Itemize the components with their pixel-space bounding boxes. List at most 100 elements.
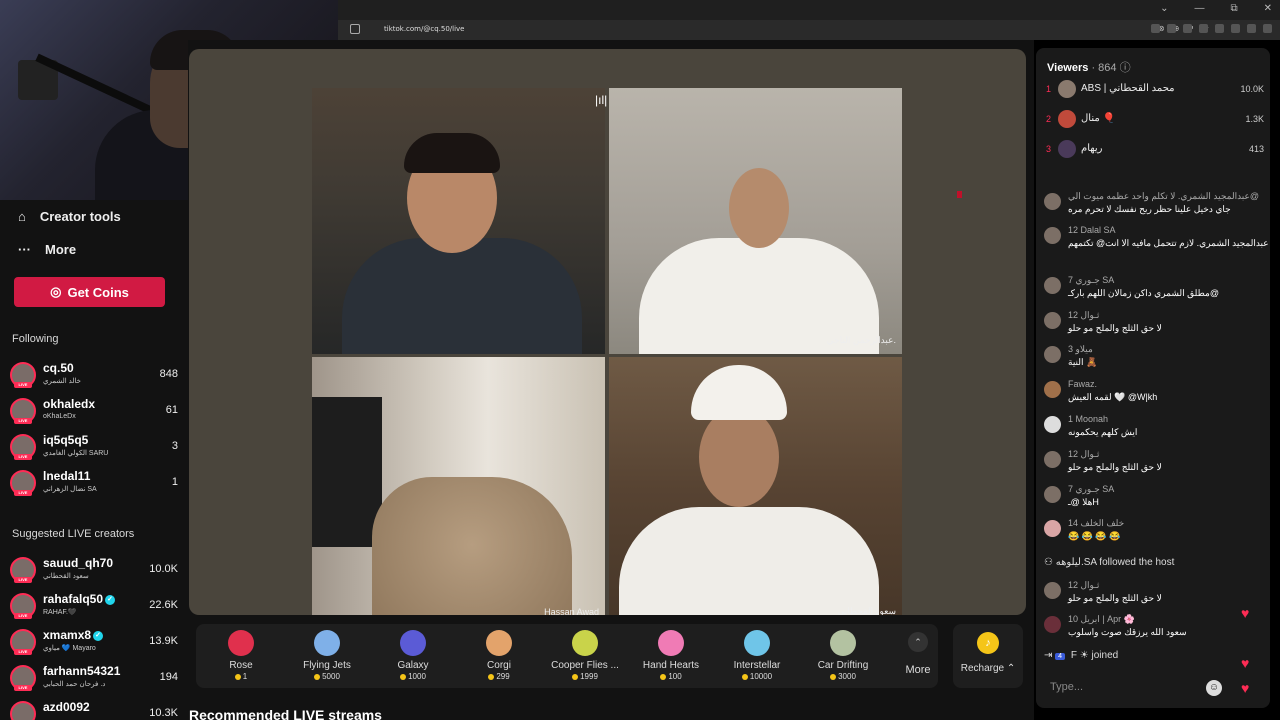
- message-body: لا حق الثلج والملح مو حلو: [1068, 593, 1162, 603]
- username: sauud_qh70: [43, 556, 114, 570]
- like-heart-button[interactable]: ♥: [1241, 680, 1255, 696]
- followed-notice: ⚇ ليلوهه.SA followed the host: [1044, 557, 1174, 568]
- suggested-item[interactable]: azd0092 10.3K: [10, 699, 178, 720]
- avatar[interactable]: [1044, 381, 1061, 398]
- gift-item[interactable]: Hand Hearts 100: [626, 628, 716, 681]
- extension-icon[interactable]: [1167, 24, 1176, 33]
- extension-icon[interactable]: [1151, 24, 1160, 33]
- viewer-count: 848: [159, 368, 178, 380]
- suggested-item[interactable]: LIVE sauud_qh70 سعود القحطاني 10.0K: [10, 555, 178, 585]
- coin-icon: [660, 673, 667, 680]
- extension-icon[interactable]: [1215, 24, 1224, 33]
- following-item[interactable]: LIVE iq5q5q5 الكولي الغامدي SARU 3: [10, 432, 178, 462]
- gift-item[interactable]: Corgi 299: [454, 628, 544, 681]
- message-body: لا حق الثلج والملح مو حلو: [1068, 462, 1162, 472]
- rose-icon: [228, 630, 254, 656]
- gift-item[interactable]: Rose 1: [196, 628, 286, 681]
- sidebar-item-creator-tools[interactable]: ⌂ Creator tools: [18, 209, 121, 224]
- extension-icon[interactable]: [1199, 24, 1208, 33]
- avatar[interactable]: [1044, 616, 1061, 633]
- guest-video-4[interactable]: سعود القحطاني: [609, 357, 902, 615]
- message-header: 12 ثـوال: [1068, 449, 1100, 459]
- more-gifts-button[interactable]: ⌃ More: [898, 632, 938, 676]
- message-body: سعود الله يرزقك صوت واسلوب: [1068, 627, 1187, 637]
- gift-price: 1999: [540, 672, 630, 681]
- get-coins-button[interactable]: ◎ Get Coins: [14, 277, 165, 307]
- top-viewer-item[interactable]: 1 ABS | محمد القحطاني 10.0K: [1046, 79, 1264, 101]
- guest-video-3[interactable]: Hassan Awad: [312, 357, 605, 615]
- viewer-name: ABS | محمد القحطاني: [1081, 83, 1175, 94]
- username: farhann54321: [43, 664, 121, 678]
- window-controls: ⌄ — ⧉ ✕: [1160, 3, 1272, 14]
- suggested-item[interactable]: LIVE farhann54321 د. فرحان حمد الحبابي 1…: [10, 663, 178, 693]
- top-viewer-item[interactable]: 3 ريهام 413: [1046, 139, 1264, 161]
- gift-item[interactable]: Car Drifting 3000: [798, 628, 888, 681]
- viewers-header[interactable]: Viewers · 864 ⓘ: [1047, 59, 1131, 75]
- maximize-icon[interactable]: ⧉: [1230, 3, 1237, 14]
- chat-input[interactable]: Type...: [1044, 676, 1204, 698]
- top-viewer-item[interactable]: 2 منال 🎈 1.3K: [1046, 109, 1264, 131]
- message-body: 😂 😂 😂 😂: [1068, 531, 1121, 541]
- message-header: 7 جـوري SA: [1068, 484, 1115, 494]
- extension-icon[interactable]: [1247, 24, 1256, 33]
- hand-hearts-icon: [658, 630, 684, 656]
- suggested-item[interactable]: LIVE rahafalq50 ✓ RAHAF.🖤 22.6K: [10, 591, 178, 621]
- avatar[interactable]: [1044, 520, 1061, 537]
- minimize-icon[interactable]: —: [1194, 3, 1204, 14]
- avatar[interactable]: [1044, 582, 1061, 599]
- menu-icon[interactable]: [1263, 24, 1272, 33]
- gift-name: Flying Jets: [303, 660, 351, 671]
- gift-item[interactable]: Cooper Flies ... 1999: [540, 628, 630, 681]
- chevron-down-icon[interactable]: ⌄: [1160, 3, 1168, 14]
- extension-icon[interactable]: [1231, 24, 1240, 33]
- gift-name: Car Drifting: [817, 660, 869, 671]
- viewer-name: ريهام: [1081, 143, 1103, 154]
- avatar[interactable]: [1044, 451, 1061, 468]
- emoji-icon[interactable]: ☺: [1206, 680, 1222, 696]
- chevron-up-icon: ⌃: [1006, 663, 1016, 674]
- avatar[interactable]: [1044, 193, 1061, 210]
- avatar: [1058, 110, 1076, 128]
- sidebar-item-more[interactable]: ··· More: [18, 242, 76, 257]
- avatar[interactable]: [1044, 312, 1061, 329]
- avatar[interactable]: [1044, 346, 1061, 363]
- following-item[interactable]: LIVE cq.50 خالد الشمري 848: [10, 360, 178, 390]
- gift-price-value: 1: [242, 672, 248, 681]
- sidebar-item-label: More: [45, 242, 77, 257]
- recharge-button[interactable]: ♪ Recharge ⌃: [953, 624, 1023, 688]
- gift-item[interactable]: Interstellar 10000: [712, 628, 802, 681]
- car-drifting-icon: [830, 630, 856, 656]
- close-icon[interactable]: ✕: [1264, 3, 1272, 14]
- live-player[interactable]: عبدالرحمن الناجي. Hassan Awad سعود القحط…: [189, 49, 1026, 615]
- extension-icon[interactable]: [1183, 24, 1192, 33]
- sidebar: ⌂ Creator tools ··· More ◎ Get Coins Fol…: [0, 200, 188, 720]
- chevron-up-icon: ⌃: [908, 632, 928, 652]
- suggested-item[interactable]: LIVE xmamx8 ✓ مياوي 💙 Mayaro 13.9K: [10, 627, 178, 657]
- avatar[interactable]: [1044, 416, 1061, 433]
- recommended-title: Recommended LIVE streams: [189, 707, 382, 720]
- gift-price-value: 299: [496, 672, 510, 681]
- avatar[interactable]: [1044, 277, 1061, 294]
- rank-number: 2: [1046, 114, 1052, 124]
- flying-jets-icon: [314, 630, 340, 656]
- following-title: Following: [12, 333, 59, 345]
- gift-item[interactable]: Flying Jets 5000: [282, 628, 372, 681]
- tab-icon[interactable]: [350, 24, 360, 34]
- guest-face: [699, 407, 779, 507]
- following-item[interactable]: LIVE lnedal11 نضال الزهراني SA 1: [10, 468, 178, 498]
- audio-bars-icon[interactable]: |ıl|: [595, 93, 607, 107]
- info-icon[interactable]: ⓘ: [1120, 62, 1131, 74]
- following-item[interactable]: LIVE okhaledx oKhaLeDx 61: [10, 396, 178, 426]
- coin-icon: [741, 673, 748, 680]
- verified-icon: ✓: [93, 630, 104, 641]
- gift-name: Cooper Flies ...: [551, 660, 619, 671]
- url-field[interactable]: tiktok.com/@cq.50/live: [384, 25, 464, 33]
- guest-video-2[interactable]: عبدالرحمن الناجي.: [609, 88, 902, 354]
- ellipsis-icon: ···: [18, 242, 31, 257]
- avatar[interactable]: [1044, 227, 1061, 244]
- avatar[interactable]: [1044, 486, 1061, 503]
- live-badge: LIVE: [14, 418, 32, 424]
- enter-icon: ⇥: [1044, 650, 1053, 661]
- gift-item[interactable]: Galaxy 1000: [368, 628, 458, 681]
- guest-video-1[interactable]: [312, 88, 605, 354]
